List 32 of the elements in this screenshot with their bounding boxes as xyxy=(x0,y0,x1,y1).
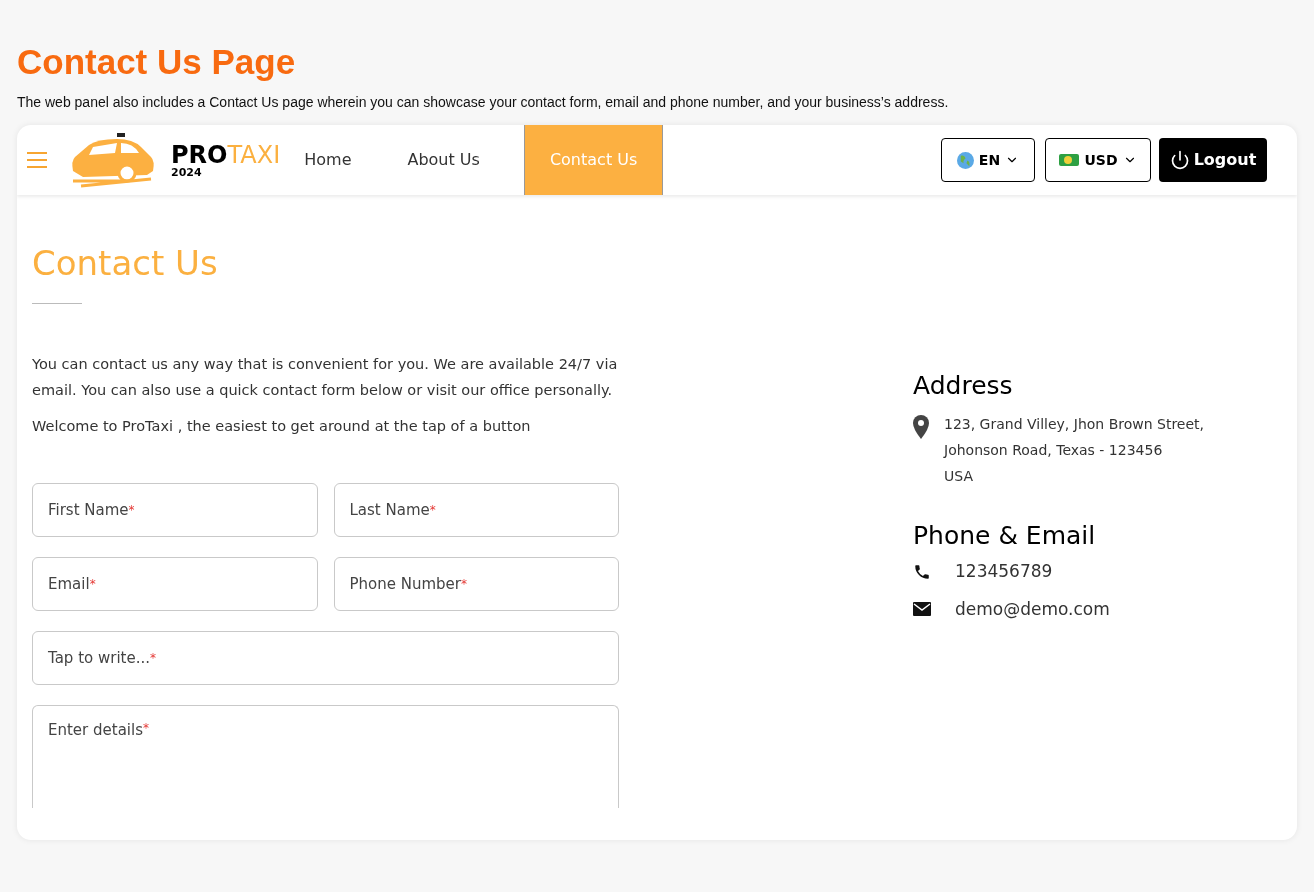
language-select[interactable]: EN xyxy=(941,138,1035,182)
input-field[interactable]: First Name* xyxy=(32,483,318,537)
address-line: Johonson Road, Texas - 123456 xyxy=(944,441,1164,460)
message-field[interactable]: Enter details* xyxy=(32,705,619,808)
welcome-text: Welcome to ProTaxi , the easiest to get around at the tap of a button xyxy=(32,417,532,436)
phone-email-title: Phone & Email xyxy=(913,520,1097,552)
brand-logo: PROTAXI 2024 xyxy=(171,142,281,178)
banknote-icon xyxy=(1059,154,1080,166)
currency-select[interactable]: USD xyxy=(1045,138,1151,182)
globe-icon xyxy=(956,151,974,169)
phone-number: 123456789 xyxy=(955,560,1053,583)
taxi-car-icon xyxy=(71,131,157,189)
logout-button[interactable]: Logout xyxy=(1159,138,1267,182)
input-field[interactable]: Phone Number* xyxy=(333,557,619,611)
input-field[interactable]: Last Name* xyxy=(333,483,619,537)
intro-text: You can contact us any way that is convenient for you. We are available 24/7 via email. You can also use a quick contact form below or visit our office personally. xyxy=(32,355,619,400)
email-address: demo@demo.com xyxy=(955,597,1110,621)
page-description: The web panel also includes a Contact Us page wherein you can showcase your contact form, email and phone number, and your business’s address. xyxy=(17,93,950,112)
menu-icon[interactable] xyxy=(27,152,47,168)
nav-link[interactable]: Home xyxy=(292,125,364,195)
power-icon xyxy=(1169,150,1190,170)
input-field[interactable]: Tap to write...* xyxy=(32,631,619,685)
section-title: Contact Us xyxy=(32,242,219,285)
input-field[interactable]: Email* xyxy=(32,557,318,611)
address-line: 123, Grand Villey, Jhon Brown Street, xyxy=(944,415,1205,434)
envelope-icon xyxy=(913,602,931,617)
address-title: Address xyxy=(913,370,1014,402)
address-line: USA xyxy=(944,467,974,486)
nav-link[interactable]: About Us xyxy=(395,125,492,195)
map-pin-icon xyxy=(913,415,929,439)
phone-icon xyxy=(913,562,931,581)
page-title: Contact Us Page xyxy=(17,41,297,83)
